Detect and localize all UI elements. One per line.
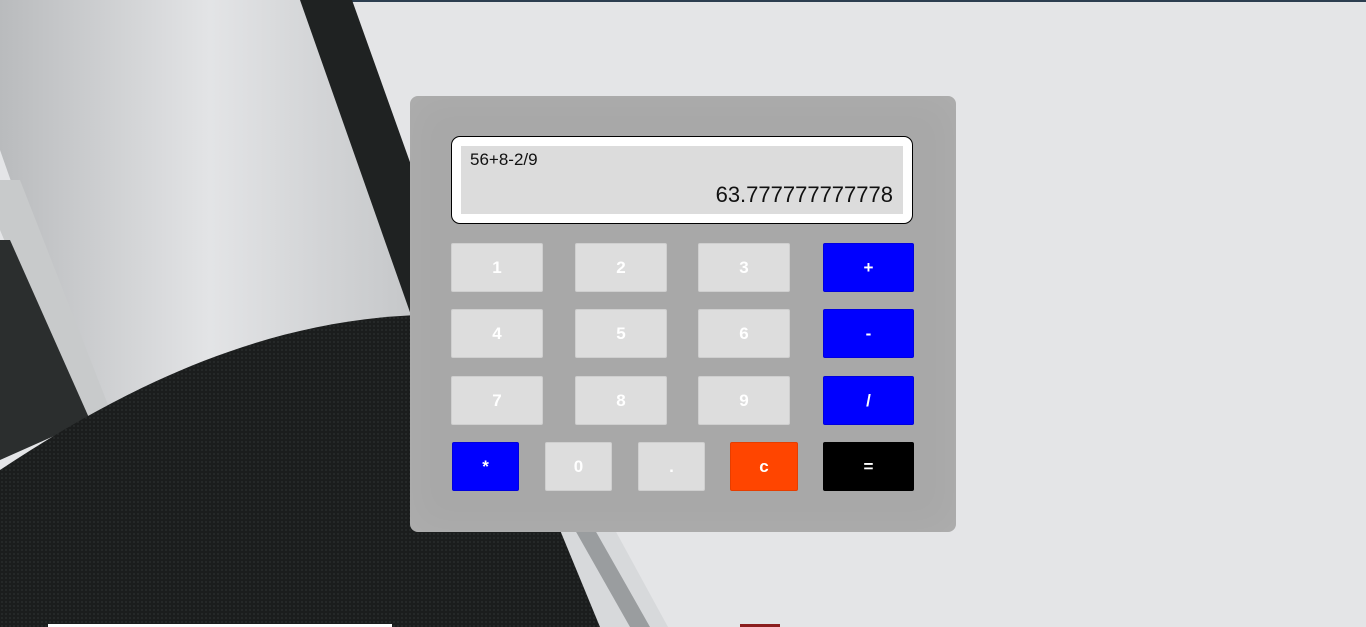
decimal-button[interactable]: . <box>638 442 705 491</box>
button-4[interactable]: 4 <box>451 309 543 358</box>
calculator: 56+8-2/9 63.777777777778 1 2 3 + 4 5 6 -… <box>410 96 956 532</box>
button-9[interactable]: 9 <box>698 376 790 425</box>
button-1[interactable]: 1 <box>451 243 543 292</box>
display-screen: 56+8-2/9 63.777777777778 <box>461 146 903 214</box>
multiply-button[interactable]: * <box>452 442 519 491</box>
expression-text: 56+8-2/9 <box>470 150 538 169</box>
button-8[interactable]: 8 <box>575 376 667 425</box>
minus-button[interactable]: - <box>823 309 914 358</box>
plus-button[interactable]: + <box>823 243 914 292</box>
equals-button[interactable]: = <box>823 442 914 491</box>
clear-button[interactable]: c <box>730 442 798 491</box>
calculator-display: 56+8-2/9 63.777777777778 <box>451 136 913 224</box>
button-2[interactable]: 2 <box>575 243 667 292</box>
button-7[interactable]: 7 <box>451 376 543 425</box>
button-0[interactable]: 0 <box>545 442 612 491</box>
button-6[interactable]: 6 <box>698 309 790 358</box>
button-3[interactable]: 3 <box>698 243 790 292</box>
divide-button[interactable]: / <box>823 376 914 425</box>
result-text: 63.777777777778 <box>715 182 893 207</box>
button-5[interactable]: 5 <box>575 309 667 358</box>
